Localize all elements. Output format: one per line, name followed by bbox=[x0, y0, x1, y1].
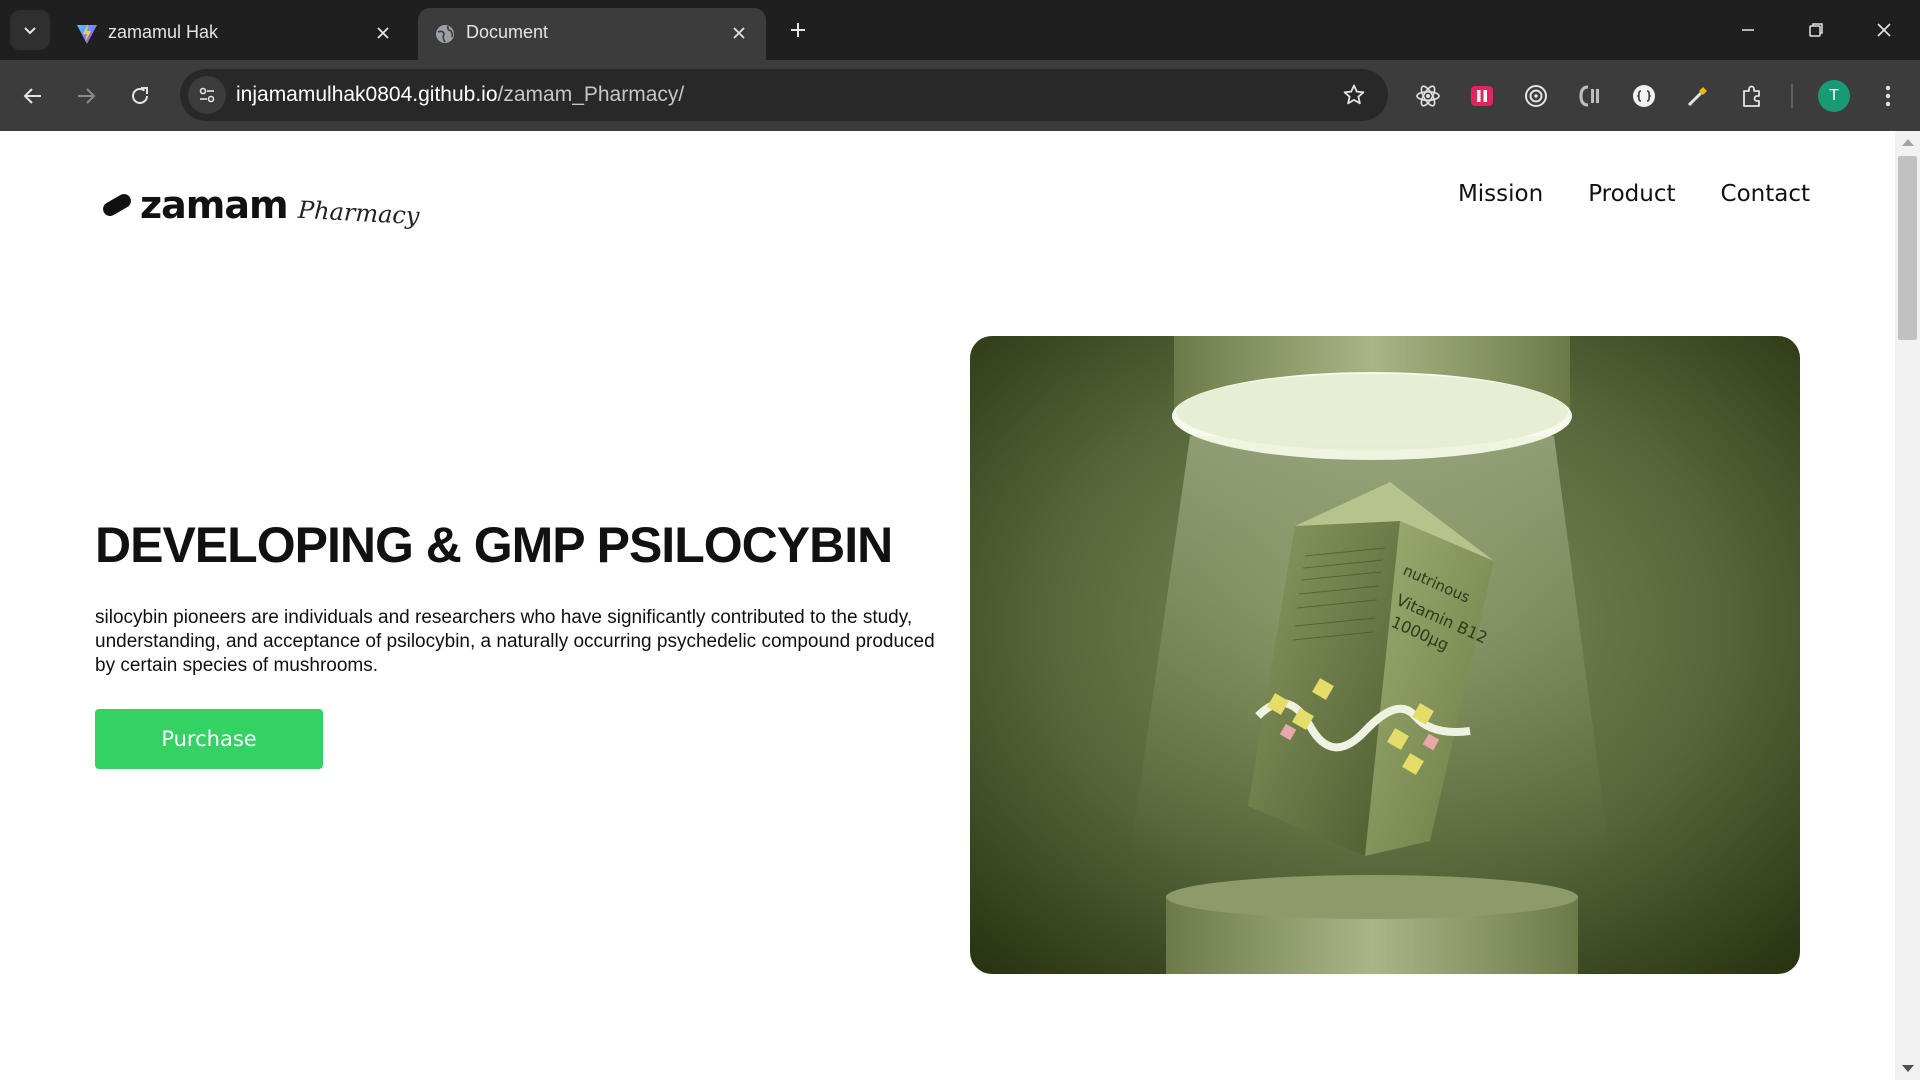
puzzle-icon bbox=[1743, 85, 1760, 107]
restore-button[interactable] bbox=[1788, 6, 1844, 54]
nav-product[interactable]: Product bbox=[1588, 181, 1675, 207]
tab-strip: zamamul Hak Document bbox=[0, 0, 1920, 60]
scroll-thumb[interactable] bbox=[1898, 156, 1917, 340]
hero-description: silocybin pioneers are individuals and r… bbox=[95, 607, 935, 676]
logo-wordmark: zamam bbox=[140, 183, 289, 227]
restore-icon bbox=[1809, 23, 1823, 37]
hero-title: DEVELOPING & GMP PSILOCYBIN bbox=[95, 517, 893, 573]
target-extension[interactable] bbox=[1516, 76, 1556, 116]
purchase-button[interactable]: Purchase bbox=[95, 709, 323, 769]
plus-icon bbox=[791, 23, 805, 37]
code-brackets-icon bbox=[1579, 85, 1599, 107]
reload-button[interactable] bbox=[118, 74, 162, 118]
tune-icon bbox=[199, 87, 215, 103]
nav-mission[interactable]: Mission bbox=[1458, 181, 1543, 207]
tab-search-button[interactable] bbox=[10, 10, 50, 50]
url-text[interactable]: injamamulhak0804.github.io/zamam_Pharmac… bbox=[236, 83, 684, 107]
close-icon[interactable] bbox=[370, 20, 396, 46]
close-window-button[interactable] bbox=[1856, 6, 1912, 54]
star-icon bbox=[1343, 84, 1365, 105]
scroll-up-arrow-icon[interactable] bbox=[1902, 139, 1914, 146]
site-logo[interactable]: zamam Pharmacy bbox=[100, 179, 420, 231]
nav-contact[interactable]: Contact bbox=[1721, 181, 1810, 207]
arrow-right-icon bbox=[78, 88, 96, 104]
pause-icon bbox=[1471, 86, 1493, 106]
back-button[interactable] bbox=[11, 74, 55, 118]
main-nav: Mission Product Contact bbox=[1458, 181, 1810, 207]
close-icon[interactable] bbox=[726, 20, 752, 46]
react-devtools-extension[interactable] bbox=[1408, 76, 1448, 116]
bookmark-button[interactable] bbox=[1338, 79, 1370, 111]
forward-button[interactable] bbox=[64, 74, 108, 118]
more-vertical-icon bbox=[1885, 85, 1891, 107]
eyedropper-icon bbox=[1688, 87, 1707, 106]
chevron-down-icon bbox=[24, 27, 36, 35]
json-viewer-extension[interactable] bbox=[1624, 76, 1664, 116]
target-icon bbox=[1525, 85, 1547, 107]
page-scrollbar[interactable] bbox=[1895, 131, 1920, 1080]
minimize-icon bbox=[1742, 29, 1754, 31]
close-icon bbox=[1877, 23, 1891, 37]
extensions-button[interactable] bbox=[1732, 76, 1772, 116]
atom-icon bbox=[1416, 85, 1440, 107]
address-bar[interactable]: injamamulhak0804.github.io/zamam_Pharmac… bbox=[180, 69, 1388, 121]
browser-menu-button[interactable] bbox=[1868, 76, 1908, 116]
color-picker-extension[interactable] bbox=[1678, 76, 1718, 116]
new-tab-button[interactable] bbox=[780, 12, 816, 48]
braces-icon bbox=[1633, 85, 1655, 107]
site-info-button[interactable] bbox=[188, 76, 226, 114]
logo-subtitle: Pharmacy bbox=[296, 195, 420, 231]
pill-icon bbox=[103, 194, 131, 216]
product-box-illustration: nutrinous Vitamin B12 1000µg bbox=[970, 336, 1800, 974]
scroll-down-arrow-icon[interactable] bbox=[1902, 1065, 1914, 1072]
arrow-left-icon bbox=[23, 88, 41, 104]
url-host: injamamulhak0804.github.io bbox=[236, 83, 498, 106]
profile-avatar[interactable]: T bbox=[1818, 80, 1850, 112]
reload-icon bbox=[132, 87, 148, 104]
page-viewport: zamam Pharmacy Mission Product Contact D… bbox=[0, 131, 1895, 1080]
tab-document[interactable]: Document bbox=[418, 8, 766, 60]
pause-extension[interactable] bbox=[1462, 76, 1502, 116]
tab-title: Document bbox=[466, 22, 549, 42]
css-extension[interactable] bbox=[1570, 76, 1610, 116]
minimize-button[interactable] bbox=[1720, 6, 1776, 54]
browser-toolbar: injamamulhak0804.github.io/zamam_Pharmac… bbox=[0, 60, 1920, 131]
tab-title: zamamul Hak bbox=[108, 22, 219, 42]
vite-logo-icon bbox=[74, 21, 100, 47]
hero-product-image: nutrinous Vitamin B12 1000µg bbox=[970, 336, 1800, 974]
url-path: /zamam_Pharmacy/ bbox=[497, 83, 685, 106]
toolbar-separator bbox=[1791, 84, 1793, 108]
tab-zamamul-hak[interactable]: zamamul Hak bbox=[60, 8, 410, 60]
globe-icon bbox=[432, 21, 458, 47]
